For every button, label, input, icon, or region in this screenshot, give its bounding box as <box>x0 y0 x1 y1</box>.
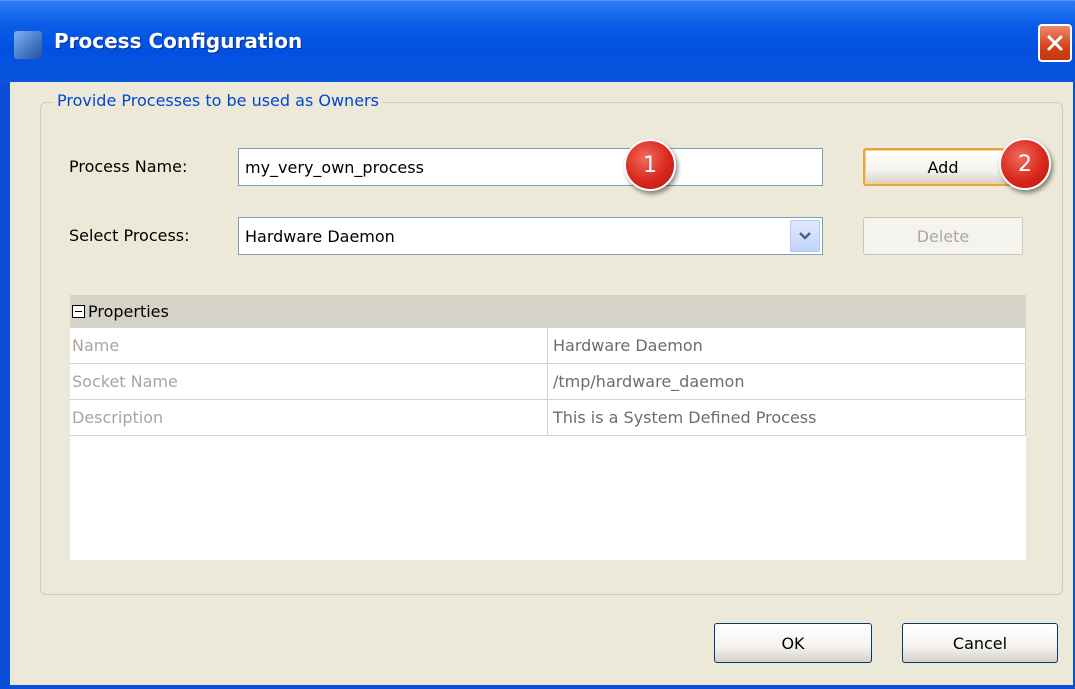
collapse-icon[interactable] <box>72 305 85 318</box>
select-process-dropdown[interactable]: Hardware Daemon <box>238 217 823 255</box>
window-title: Process Configuration <box>54 29 303 53</box>
annotation-badge-2: 2 <box>999 138 1051 190</box>
select-process-value: Hardware Daemon <box>245 227 395 246</box>
property-value: /tmp/hardware_daemon <box>548 364 1026 399</box>
process-name-label: Process Name: <box>69 157 188 176</box>
property-value: Hardware Daemon <box>548 328 1026 363</box>
property-value: This is a System Defined Process <box>548 400 1026 435</box>
property-row[interactable]: Description This is a System Defined Pro… <box>70 400 1026 436</box>
property-name: Socket Name <box>70 364 548 399</box>
process-name-field[interactable] <box>238 148 823 186</box>
property-name: Description <box>70 400 548 435</box>
property-row[interactable]: Socket Name /tmp/hardware_daemon <box>70 364 1026 400</box>
property-row[interactable]: Name Hardware Daemon <box>70 328 1026 364</box>
dialog-body: Provide Processes to be used as Owners P… <box>10 82 1073 685</box>
process-name-input[interactable] <box>239 149 822 185</box>
select-process-label: Select Process: <box>69 226 190 245</box>
properties-header-label: Properties <box>88 302 169 321</box>
ok-button[interactable]: OK <box>714 623 872 663</box>
delete-button[interactable]: Delete <box>863 217 1023 255</box>
process-configuration-dialog: Process Configuration Provide Processes … <box>0 0 1075 689</box>
groupbox-legend: Provide Processes to be used as Owners <box>53 91 383 110</box>
chevron-down-icon <box>799 232 811 240</box>
property-name: Name <box>70 328 548 363</box>
annotation-badge-1: 1 <box>624 139 676 191</box>
properties-grid[interactable]: Properties Name Hardware Daemon Socket N… <box>70 295 1026 560</box>
close-icon <box>1047 35 1063 51</box>
title-bar[interactable]: Process Configuration <box>0 0 1075 83</box>
close-button[interactable] <box>1038 24 1072 62</box>
dropdown-arrow-button[interactable] <box>790 220 820 252</box>
properties-header[interactable]: Properties <box>70 295 1026 328</box>
cancel-button[interactable]: Cancel <box>902 623 1058 663</box>
app-icon <box>14 31 42 59</box>
